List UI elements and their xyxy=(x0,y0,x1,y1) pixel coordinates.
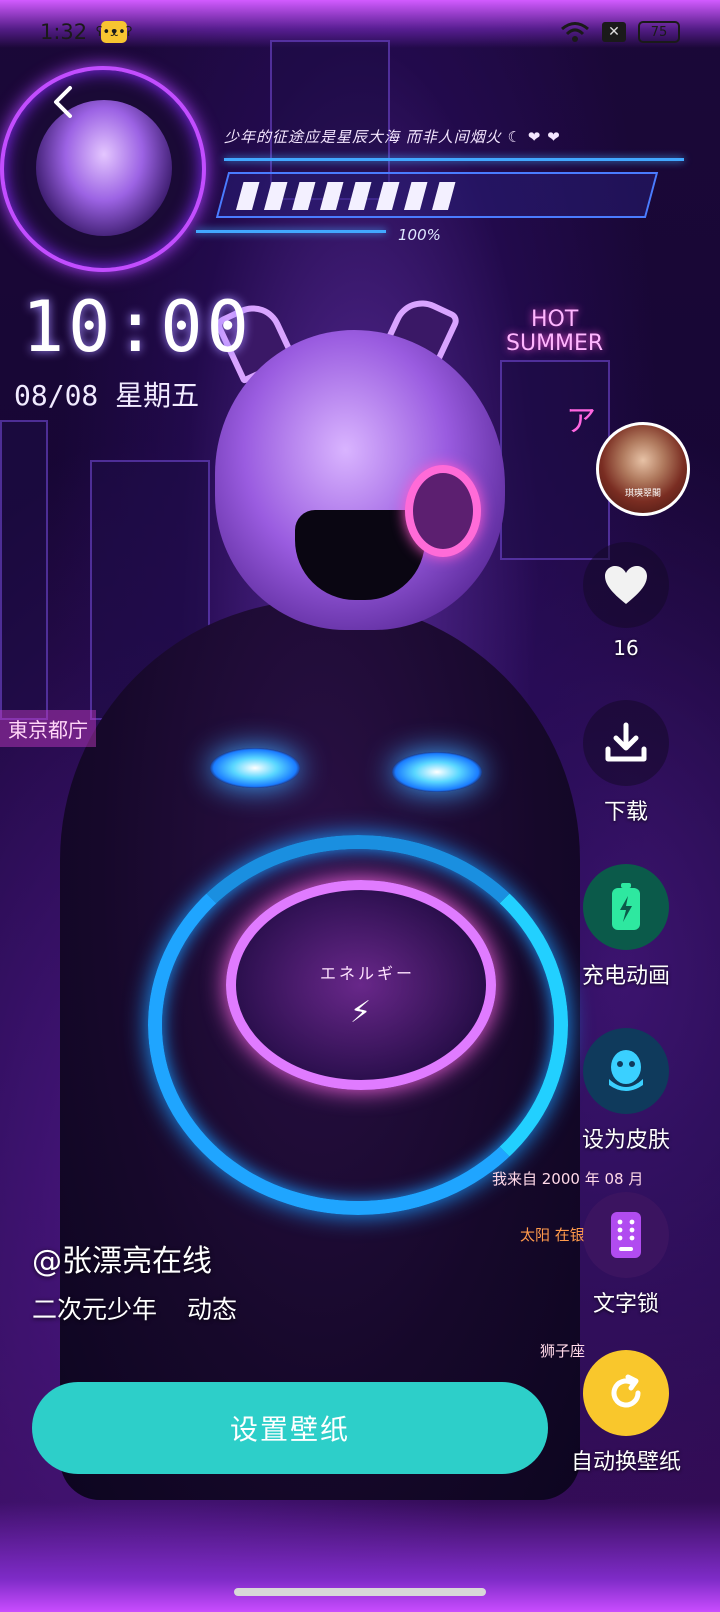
energy-label: エネルギー xyxy=(320,964,416,983)
author-avatar[interactable]: 琪瑛翠閣 xyxy=(596,422,690,516)
author-avatar-tag: 琪瑛翠閣 xyxy=(625,489,662,499)
author-name[interactable]: @张漂亮在线 xyxy=(32,1236,212,1280)
tokyo-sign: 東京都庁 xyxy=(0,710,96,747)
text-lock-label: 文字锁 xyxy=(592,1292,659,1317)
tag-item[interactable]: 动态 xyxy=(187,1290,237,1326)
battery-charging-icon xyxy=(612,883,640,930)
glowing-eye-left xyxy=(210,748,300,788)
charge-animation-button[interactable] xyxy=(583,864,669,950)
tag-list: 二次元少年 动态 xyxy=(32,1290,237,1326)
status-time: 1:32 xyxy=(40,20,88,44)
set-skin-action[interactable]: 设为皮肤 xyxy=(556,1028,696,1154)
wifi-icon xyxy=(561,22,589,42)
app-notification-icon: ʕ•ᴥ•ʔ xyxy=(96,21,132,43)
hot-summer-line2: SUMMER xyxy=(506,331,604,356)
keypad-phone-icon xyxy=(611,1212,641,1258)
hot-summer-sign: HOT SUMMER xyxy=(506,308,603,356)
chevron-left-icon xyxy=(54,86,72,118)
like-action[interactable]: 16 xyxy=(556,542,696,660)
glowing-eye-right xyxy=(392,752,482,792)
hot-summer-line1: HOT xyxy=(530,307,579,332)
set-skin-label: 设为皮肤 xyxy=(581,1128,670,1153)
qq-penguin-icon xyxy=(609,1050,643,1091)
home-indicator[interactable] xyxy=(234,1588,486,1596)
status-bar: 1:32 ʕ•ᴥ•ʔ ✕ 75 xyxy=(0,0,720,64)
wallpaper-progress-percent: 100% xyxy=(398,226,441,244)
tag-item[interactable]: 二次元少年 xyxy=(32,1290,157,1326)
energy-ring-inner xyxy=(226,880,496,1090)
charge-animation-action[interactable]: 充电动画 xyxy=(556,864,696,990)
download-action[interactable]: 下载 xyxy=(556,700,696,826)
wallpaper-clock: 10:00 xyxy=(22,286,253,368)
close-box-icon: ✕ xyxy=(602,22,626,42)
neon-divider xyxy=(196,230,386,233)
auto-change-action[interactable]: 自动换壁纸 xyxy=(556,1350,696,1476)
download-label: 下载 xyxy=(603,800,648,825)
wallpaper-date: 08/08 星期五 xyxy=(14,379,200,412)
lightning-icon: ⚡ xyxy=(350,995,372,1030)
set-skin-button[interactable] xyxy=(583,1028,669,1114)
auto-change-label: 自动换壁纸 xyxy=(570,1450,681,1475)
text-lock-action[interactable]: 文字锁 xyxy=(556,1192,696,1318)
side-katakana: ア xyxy=(566,404,596,439)
neon-divider xyxy=(224,158,684,161)
heart-icon xyxy=(605,566,647,604)
wallpaper-born-text: 我来自 2000 年 08 月 xyxy=(492,1170,644,1188)
back-button[interactable] xyxy=(40,78,88,126)
charge-animation-label: 充电动画 xyxy=(581,964,670,989)
like-count: 16 xyxy=(613,636,639,660)
set-wallpaper-button[interactable]: 设置壁纸 xyxy=(32,1382,548,1474)
like-button[interactable] xyxy=(583,542,669,628)
battery-icon: 75 xyxy=(638,21,680,43)
download-icon xyxy=(605,722,647,762)
wallpaper-tagline: 少年的征途应是星辰大海 而非人间烟火 ☾ ❤ ❤ xyxy=(224,128,561,146)
wallpaper-progress-bar xyxy=(215,172,659,218)
refresh-icon xyxy=(611,1374,641,1408)
status-right-group: ✕ 75 xyxy=(560,21,680,43)
text-lock-button[interactable] xyxy=(583,1192,669,1278)
auto-change-button[interactable] xyxy=(583,1350,669,1436)
city-building xyxy=(0,420,48,720)
city-building xyxy=(500,360,610,560)
headphone-icon xyxy=(405,465,481,557)
download-button[interactable] xyxy=(583,700,669,786)
